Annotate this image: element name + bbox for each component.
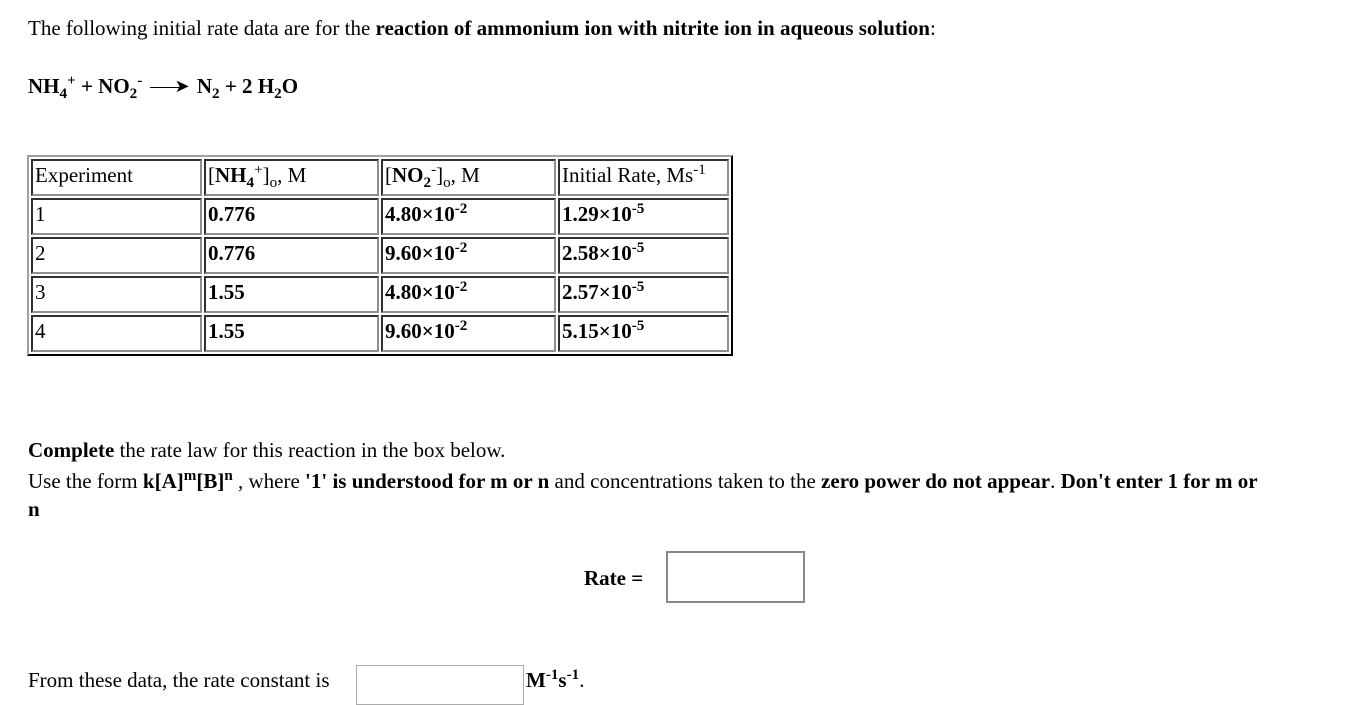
rate-law-label: Rate = [584, 566, 644, 590]
cell-rate: 5.15×10-5 [558, 315, 729, 352]
cell-nitrite: 9.60×10-2 [381, 237, 556, 274]
header-initial-rate: Initial Rate, Ms-1 [558, 159, 729, 196]
cell-rate: 1.29×10-5 [558, 198, 729, 235]
header-nitrite-concentration: [NO2-]o, M [381, 159, 556, 196]
product-water: H2O [257, 74, 299, 103]
header-ammonium-concentration: [NH4+]o, M [204, 159, 379, 196]
instruction-form: Use the form k[A]m[B]n , where '1' is un… [28, 468, 1258, 493]
cell-ammonium: 1.55 [204, 315, 379, 352]
cell-experiment: 1 [31, 198, 202, 235]
rate-law-input[interactable] [666, 551, 805, 603]
table-row: 3 1.55 4.80×10-2 2.57×10-5 [31, 276, 729, 313]
intro-reaction-name: reaction of ammonium ion with nitrite io… [375, 16, 930, 40]
table-row: 2 0.776 9.60×10-2 2.58×10-5 [31, 237, 729, 274]
cell-ammonium: 0.776 [204, 198, 379, 235]
table-row: 1 0.776 4.80×10-2 1.29×10-5 [31, 198, 729, 235]
cell-ammonium: 0.776 [204, 237, 379, 274]
cell-ammonium: 1.55 [204, 276, 379, 313]
instruction-form-continued: n [28, 497, 40, 521]
table-header-row: Experiment [NH4+]o, M [NO2-]o, M Initial… [31, 159, 729, 196]
cell-nitrite: 4.80×10-2 [381, 198, 556, 235]
reaction-equation: NH4+ + NO2- ➤ N2 + 2 H2O [28, 73, 299, 103]
cell-experiment: 4 [31, 315, 202, 352]
intro-prefix: The following initial rate data are for … [28, 16, 376, 40]
rate-data-table: Experiment [NH4+]o, M [NO2-]o, M Initial… [27, 155, 733, 356]
intro-suffix: : [929, 16, 936, 40]
rate-law-form: k[A]m[B]n [142, 468, 233, 493]
rate-constant-label: From these data, the rate constant is [28, 668, 330, 692]
reactant-ammonium: NH4+ [28, 73, 76, 103]
rate-constant-units: M-1s-1. [526, 667, 585, 692]
rate-constant-input[interactable] [356, 665, 524, 705]
cell-nitrite: 4.80×10-2 [381, 276, 556, 313]
reaction-arrow-icon: ➤ [149, 74, 190, 99]
cell-experiment: 2 [31, 237, 202, 274]
cell-rate: 2.58×10-5 [558, 237, 729, 274]
cell-nitrite: 9.60×10-2 [381, 315, 556, 352]
plus-sign: + [75, 74, 99, 98]
product-nitrogen: N2 [196, 74, 220, 103]
cell-rate: 2.57×10-5 [558, 276, 729, 313]
intro-text: The following initial rate data are for … [28, 16, 936, 41]
plus-sign: + 2 [219, 74, 258, 98]
reactant-nitrite: NO2- [98, 73, 143, 103]
instruction-complete: Complete the rate law for this reaction … [28, 438, 506, 462]
cell-experiment: 3 [31, 276, 202, 313]
table-row: 4 1.55 9.60×10-2 5.15×10-5 [31, 315, 729, 352]
header-experiment: Experiment [31, 159, 202, 196]
